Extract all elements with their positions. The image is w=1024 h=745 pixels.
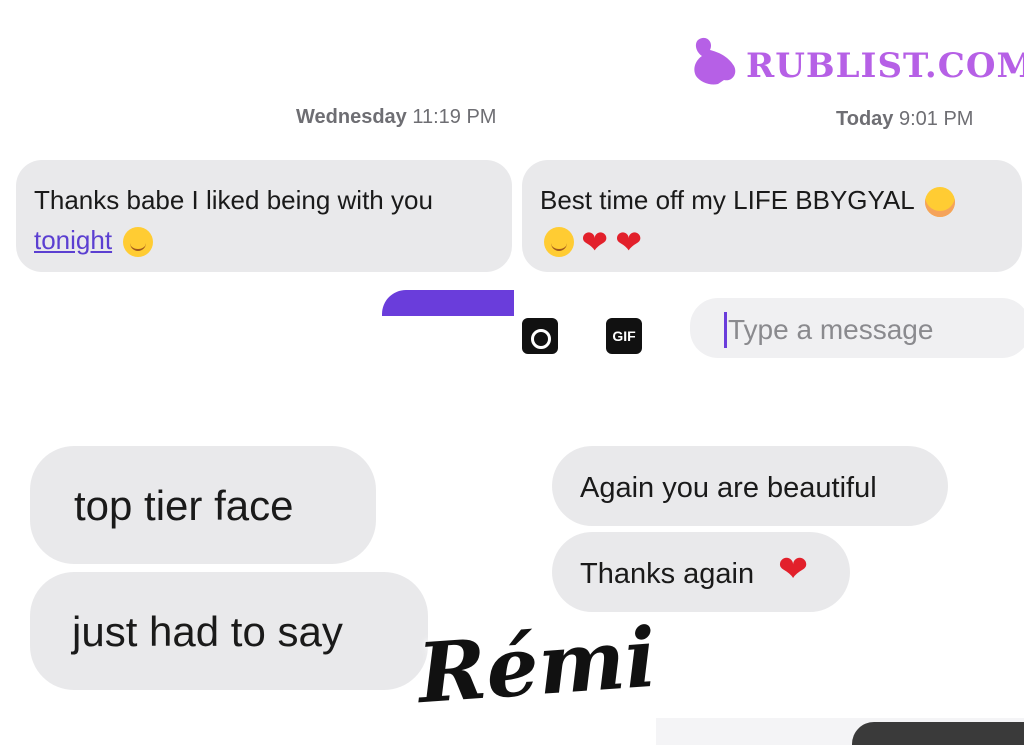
- timestamp-day: Today: [836, 108, 894, 130]
- received-message-bubble[interactable]: Thanks again ❤: [552, 532, 850, 612]
- heart-emoji-icon: ❤: [581, 224, 609, 261]
- brand-watermark: RUBLIST.COM: [746, 46, 1024, 86]
- signature: Rémi: [414, 609, 660, 723]
- received-message-bubble[interactable]: Thanks babe I liked being with you tonig…: [16, 160, 512, 272]
- message-text: top tier face: [74, 482, 294, 529]
- heart-emoji-icon: ❤: [778, 548, 809, 589]
- timestamp: Today 9:01 PM: [836, 108, 973, 131]
- send-bar-fragment: [852, 722, 1024, 745]
- camera-icon: [531, 329, 551, 349]
- timestamp-time: 11:19 PM: [412, 106, 497, 128]
- message-text: just had to say: [72, 608, 343, 655]
- camera-button[interactable]: [522, 318, 558, 354]
- smile-emoji-icon: [123, 227, 154, 258]
- received-message-bubble[interactable]: Best time off my LIFE BBYGYAL ❤ ❤: [522, 160, 1022, 272]
- timestamp-day: Wednesday: [296, 106, 407, 128]
- timestamp: Wednesday 11:19 PM: [296, 106, 496, 129]
- blush-emoji-icon: [925, 187, 955, 218]
- message-link[interactable]: tonight: [34, 225, 112, 255]
- heart-emoji-icon: ❤: [615, 224, 643, 261]
- received-message-bubble[interactable]: Again you are beautiful: [552, 446, 948, 526]
- smile-emoji-icon: [544, 227, 574, 258]
- message-text: Again you are beautiful: [580, 472, 877, 504]
- gif-icon: GIF: [612, 328, 636, 344]
- message-input[interactable]: Type a message: [690, 298, 1024, 358]
- sent-bubble-fragment: [382, 290, 514, 316]
- brand-logo-figure: [688, 32, 742, 88]
- received-message-bubble[interactable]: top tier face: [30, 446, 376, 564]
- message-text: Thanks babe I liked being with you: [34, 185, 433, 215]
- gif-button[interactable]: GIF: [606, 318, 642, 354]
- message-text: Thanks again: [580, 558, 755, 590]
- timestamp-time: 9:01 PM: [898, 108, 974, 130]
- text-caret: [724, 312, 727, 348]
- message-input-placeholder: Type a message: [728, 314, 934, 345]
- message-text: Best time off my LIFE BBYGYAL: [540, 185, 914, 215]
- received-message-bubble[interactable]: just had to say: [30, 572, 428, 690]
